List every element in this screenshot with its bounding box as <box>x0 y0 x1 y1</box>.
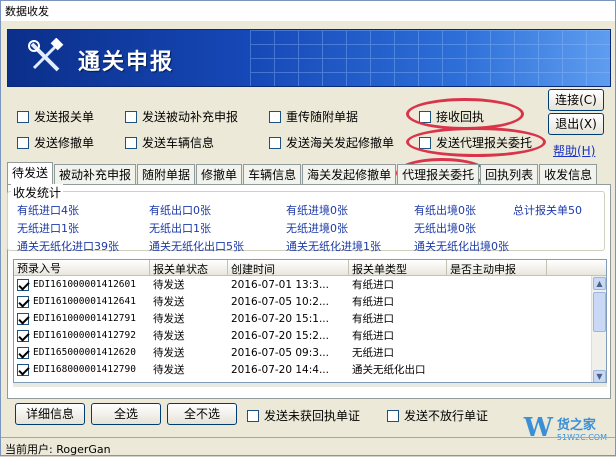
tab-vehicle[interactable]: 车辆信息 <box>243 164 302 184</box>
send-vehicle-info-checkbox[interactable]: 发送车辆信息 <box>125 134 214 151</box>
send-declaration-checkbox[interactable]: 发送报关单 <box>17 108 94 125</box>
stat-item: 通关无纸化出口5张 <box>149 240 244 253</box>
row-checkbox[interactable] <box>17 346 29 359</box>
row-created: 2016-07-20 15:1... <box>231 312 329 325</box>
row-id: EDI161000001412601 <box>33 279 136 290</box>
banner-grid-decoration <box>250 30 610 86</box>
scroll-down-icon[interactable]: ▼ <box>593 370 606 382</box>
table-row[interactable]: EDI161000001412792 待发送 2016-07-20 15:2..… <box>14 327 606 344</box>
row-status: 待发送 <box>153 330 185 342</box>
watermark-brand: 货之家 <box>556 418 596 433</box>
column-header[interactable]: 是否主动申报 <box>447 260 547 275</box>
row-status: 待发送 <box>153 364 185 376</box>
banner: 通关申报 <box>7 29 611 87</box>
tab-strip: 待发送 被动补充申报 随附单据 修撤单 车辆信息 海关发起修撤单 代理报关委托 … <box>7 162 598 184</box>
row-id: EDI168000001412790 <box>33 364 136 375</box>
table-vertical-scrollbar[interactable]: ▲ ▼ <box>591 276 606 382</box>
row-checkbox[interactable] <box>17 312 29 325</box>
table-row[interactable]: EDI168000001412790 待发送 2016-07-20 14:4..… <box>14 361 606 378</box>
stat-item: 无纸进口1张 <box>17 222 79 235</box>
row-created: 2016-07-05 09:3... <box>231 346 329 359</box>
row-checkbox[interactable] <box>17 363 29 376</box>
send-modification-checkbox[interactable]: 发送修撤单 <box>17 134 94 151</box>
details-button[interactable]: 详细信息 <box>15 403 85 425</box>
stats-legend: 收发统计 <box>11 184 64 201</box>
tab-passive-supplement[interactable]: 被动补充申报 <box>54 164 137 184</box>
row-checkbox[interactable] <box>17 278 29 291</box>
stat-item: 无纸进境0张 <box>286 222 348 235</box>
row-status: 待发送 <box>153 296 185 308</box>
help-link[interactable]: 帮助(H) <box>553 142 595 159</box>
row-status: 待发送 <box>153 347 185 359</box>
scroll-thumb[interactable] <box>593 292 606 332</box>
banner-title: 通关申报 <box>78 50 175 75</box>
row-type: 无纸进口 <box>352 347 394 359</box>
stat-item: 有纸出境0张 <box>414 204 476 217</box>
tab-send-receive-info[interactable]: 收发信息 <box>539 164 598 184</box>
window-title: 数据收发 <box>1 1 615 21</box>
annotation-oval-receive <box>406 98 524 130</box>
tools-logo-icon <box>28 38 64 72</box>
stat-item: 通关无纸化出境0张 <box>414 240 509 253</box>
tab-attached[interactable]: 随附单据 <box>137 164 196 184</box>
tab-customs-modification[interactable]: 海关发起修撤单 <box>302 164 397 184</box>
table-row[interactable]: EDI161000001412601 待发送 2016-07-01 13:3..… <box>14 276 606 293</box>
row-type: 通关无纸化出口 <box>352 364 426 376</box>
row-status: 待发送 <box>153 279 185 291</box>
row-created: 2016-07-01 13:3... <box>231 278 329 291</box>
status-bar: 当前用户: RogerGan <box>1 437 615 456</box>
row-type: 有纸进口 <box>352 296 394 308</box>
table-row[interactable]: EDI165000001412620 待发送 2016-07-05 09:3..… <box>14 344 606 361</box>
exit-button[interactable]: 退出(X) <box>548 113 604 135</box>
row-type: 有纸进口 <box>352 279 394 291</box>
row-type: 有纸进口 <box>352 313 394 325</box>
row-checkbox[interactable] <box>17 329 29 342</box>
select-all-button[interactable]: 全选 <box>91 403 161 425</box>
row-created: 2016-07-05 10:2... <box>231 295 329 308</box>
column-header[interactable]: 报关单状态 <box>150 260 228 275</box>
row-status: 待发送 <box>153 313 185 325</box>
tab-modification[interactable]: 修撤单 <box>196 164 243 184</box>
send-customs-modification-checkbox[interactable]: 发送海关发起修撤单 <box>269 134 394 151</box>
annotation-oval-agent <box>406 127 546 157</box>
table-horizontal-scrollbar[interactable] <box>13 383 607 387</box>
select-none-button[interactable]: 全不选 <box>167 403 237 425</box>
row-id: EDI161000001412792 <box>33 330 136 341</box>
main-window: 数据收发 通关申报 发送报关单 发送被动补充申报 重传随附单据 接收回执 发送修… <box>0 0 616 456</box>
column-header[interactable]: 创建时间 <box>228 260 349 275</box>
table-row[interactable]: EDI161000001412791 待发送 2016-07-20 15:1..… <box>14 310 606 327</box>
connect-button[interactable]: 连接(C) <box>548 89 604 111</box>
stat-item: 通关无纸化进口39张 <box>17 240 119 253</box>
resend-attached-checkbox[interactable]: 重传随附单据 <box>269 108 358 125</box>
row-checkbox[interactable] <box>17 295 29 308</box>
row-id: EDI165000001412620 <box>33 347 136 358</box>
row-type: 有纸进口 <box>352 330 394 342</box>
column-header[interactable]: 预录入号 <box>14 260 150 275</box>
stat-item: 有纸出口0张 <box>149 204 211 217</box>
stat-item: 无纸出口1张 <box>149 222 211 235</box>
table-header: 预录入号 报关单状态 创建时间 报关单类型 是否主动申报 <box>14 260 606 276</box>
declaration-table: 预录入号 报关单状态 创建时间 报关单类型 是否主动申报 EDI16100000… <box>13 259 607 383</box>
stat-item: 有纸进口4张 <box>17 204 79 217</box>
table-row[interactable]: EDI161000001412641 待发送 2016-07-05 10:2..… <box>14 293 606 310</box>
row-created: 2016-07-20 15:2... <box>231 329 329 342</box>
row-created: 2016-07-20 14:4... <box>231 363 329 376</box>
scroll-up-icon[interactable]: ▲ <box>593 277 606 290</box>
stat-item: 有纸进境0张 <box>286 204 348 217</box>
row-id: EDI161000001412791 <box>33 313 136 324</box>
stat-item: 通关无纸化进境1张 <box>286 240 381 253</box>
stat-item: 总计报关单50 <box>513 204 582 217</box>
row-id: EDI161000001412641 <box>33 296 136 307</box>
tab-receipts[interactable]: 回执列表 <box>480 164 539 184</box>
send-no-receipt-checkbox[interactable]: 发送未获回执单证 <box>247 407 360 424</box>
column-header[interactable]: 报关单类型 <box>349 260 447 275</box>
tab-pending[interactable]: 待发送 <box>7 162 54 184</box>
tab-agent-entrust[interactable]: 代理报关委托 <box>397 164 480 184</box>
send-not-released-checkbox[interactable]: 发送不放行单证 <box>387 407 488 424</box>
stat-item: 无纸出境0张 <box>414 222 476 235</box>
send-passive-supplement-checkbox[interactable]: 发送被动补充申报 <box>125 108 238 125</box>
